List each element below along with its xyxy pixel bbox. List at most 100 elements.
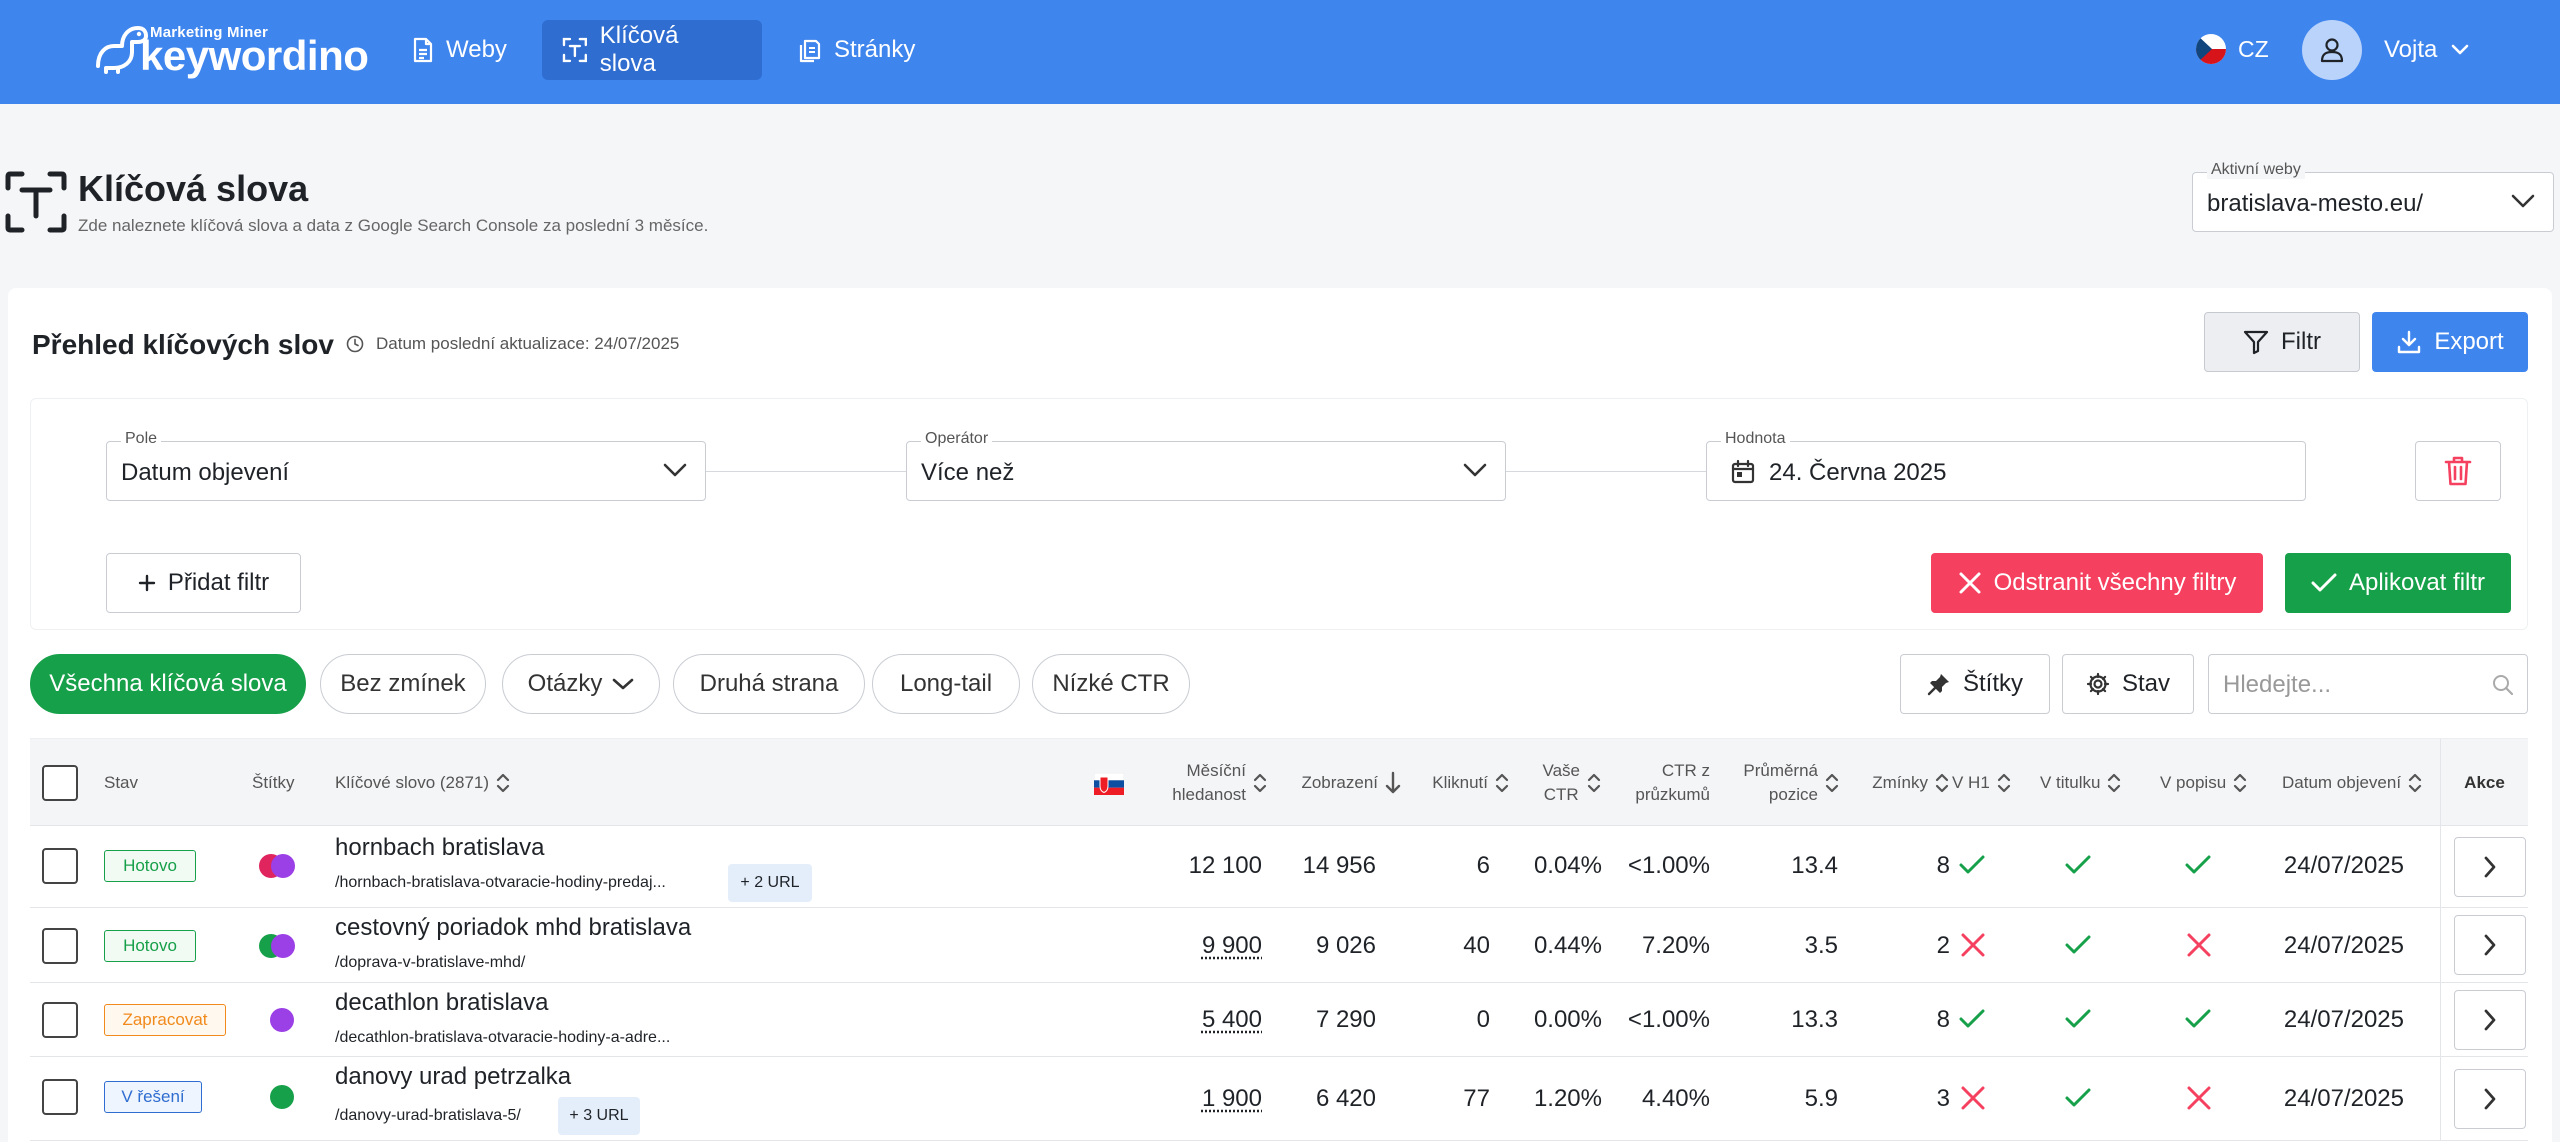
col-ctr[interactable]: Vaše CTR	[1510, 739, 1602, 827]
chip-no-mentions[interactable]: Bez zmínek	[320, 654, 486, 714]
export-button[interactable]: Export	[2372, 312, 2528, 372]
monthly-search-value[interactable]: 1 900	[1202, 1085, 1262, 1113]
nav-weby[interactable]: Weby	[392, 20, 529, 80]
clicks-value: 0	[1476, 1006, 1490, 1033]
keyword-url[interactable]: /hornbach-bratislava-otvaracie-hodiny-pr…	[335, 874, 666, 892]
extra-urls-badge[interactable]: + 3 URL	[558, 1097, 640, 1135]
nav-klicova-slova[interactable]: Klíčová slova	[542, 20, 762, 80]
filter-operator-label: Operátor	[921, 430, 993, 448]
keyword-url[interactable]: /danovy-urad-bratislava-5/	[335, 1107, 521, 1125]
active-web-select[interactable]: Aktivní weby bratislava-mesto.eu/	[2192, 161, 2554, 232]
col-discovered[interactable]: Datum objevení	[2282, 739, 2423, 827]
row-actions	[2440, 826, 2528, 908]
apply-filter-button[interactable]: Aplikovat filtr	[2285, 553, 2511, 613]
table-row[interactable]: Hotovo cestovný poriadok mhd bratislava …	[30, 908, 2528, 983]
row-actions	[2440, 908, 2528, 983]
chip-questions[interactable]: Otázky	[502, 654, 660, 714]
row-checkbox[interactable]	[42, 1079, 78, 1115]
open-detail-button[interactable]	[2454, 1069, 2526, 1129]
monthly-search-value[interactable]: 5 400	[1202, 1006, 1262, 1034]
filter-button[interactable]: Filtr	[2204, 312, 2360, 372]
col-keyword[interactable]: Klíčové slovo (2871)	[335, 739, 511, 827]
keyword-text[interactable]: decathlon bratislava	[335, 989, 548, 1017]
chevron-right-icon	[2484, 934, 2496, 956]
export-button-label: Export	[2434, 328, 2504, 355]
table-row[interactable]: Hotovo hornbach bratislava /hornbach-bra…	[30, 826, 2528, 908]
delete-filter-button[interactable]	[2415, 441, 2501, 501]
open-detail-button[interactable]	[2454, 837, 2526, 897]
tag-dot	[270, 1085, 294, 1109]
remove-all-filters-button[interactable]: Odstranit všechny filtry	[1931, 553, 2263, 613]
add-filter-button[interactable]: Přidat filtr	[106, 553, 301, 613]
chip-long-tail[interactable]: Long-tail	[872, 654, 1020, 714]
col-monthly-label-1: Měsíční	[1186, 761, 1246, 780]
col-mentions[interactable]: Zmínky	[1840, 739, 1950, 827]
col-in-title[interactable]: V titulku	[2040, 739, 2122, 827]
nav-stranky[interactable]: Stránky	[778, 20, 937, 80]
table-row[interactable]: V řešení danovy urad petrzalka /danovy-u…	[30, 1057, 2528, 1141]
keyword-text[interactable]: cestovný poriadok mhd bratislava	[335, 914, 691, 942]
user-menu[interactable]: Vojta	[2302, 20, 2469, 80]
col-monthly-search[interactable]: Měsíční hledanost	[1126, 739, 1268, 827]
nav-stranky-label: Stránky	[834, 36, 916, 63]
open-detail-button[interactable]	[2454, 990, 2526, 1050]
impressions-value: 7 290	[1315, 1006, 1376, 1033]
sort-icon	[1825, 773, 1839, 793]
keyword-text[interactable]: danovy urad petrzalka	[335, 1063, 571, 1091]
col-actions: Akce	[2440, 739, 2528, 827]
mentions-value: 2	[1936, 932, 1950, 959]
filter-field-select[interactable]: Pole Datum objevení	[106, 430, 706, 501]
status-badge[interactable]: Zapracovat	[104, 1004, 226, 1036]
col-avg-position[interactable]: Průměrná pozice	[1710, 739, 1840, 827]
chip-second-page[interactable]: Druhá strana	[673, 654, 865, 714]
chip-label: Bez zmínek	[340, 670, 466, 697]
status-badge[interactable]: V řešení	[104, 1081, 202, 1113]
col-in-desc-label: V popisu	[2160, 773, 2227, 792]
keyword-url[interactable]: /doprava-v-bratislave-mhd/	[335, 954, 525, 972]
filter-connector	[1506, 471, 1706, 472]
monthly-search-value[interactable]: 9 900	[1202, 932, 1262, 960]
sort-icon	[2108, 773, 2121, 793]
slovak-flag-icon	[1094, 773, 1124, 795]
row-checkbox[interactable]	[42, 848, 78, 884]
col-ctr-label-2: CTR	[1543, 785, 1579, 804]
search-input[interactable]	[2223, 669, 2483, 701]
col-in-h1[interactable]: V H1	[1952, 739, 2012, 827]
ctr-survey-value: 7.20%	[1641, 932, 1710, 959]
logo[interactable]: Marketing Miner keywordino	[90, 20, 369, 80]
col-keyword-label: Klíčové slovo (2871)	[335, 773, 490, 792]
filter-value-input[interactable]: Hodnota 24. Června 2025	[1706, 430, 2306, 501]
status-badge[interactable]: Hotovo	[104, 850, 196, 882]
row-checkbox[interactable]	[42, 1002, 78, 1038]
open-detail-button[interactable]	[2454, 915, 2526, 975]
keyword-text[interactable]: hornbach bratislava	[335, 834, 544, 862]
plus-icon	[138, 574, 156, 592]
col-impressions[interactable]: Zobrazení	[1260, 739, 1402, 827]
cross-icon	[2187, 933, 2211, 957]
col-in-title-label: V titulku	[2040, 773, 2101, 792]
chip-all-keywords[interactable]: Všechna klíčová slova	[30, 654, 306, 714]
chevron-right-icon	[2484, 1088, 2496, 1110]
col-avg-pos-label-2: pozice	[1768, 785, 1818, 804]
status-button[interactable]: Stav	[2062, 654, 2194, 714]
chevron-down-icon	[1463, 463, 1487, 477]
col-impressions-label: Zobrazení	[1301, 773, 1378, 792]
status-badge[interactable]: Hotovo	[104, 930, 196, 962]
keyword-search[interactable]	[2208, 654, 2528, 714]
row-actions	[2440, 983, 2528, 1057]
keyword-url[interactable]: /decathlon-bratislava-otvaracie-hodiny-a…	[335, 1029, 670, 1047]
tags-button[interactable]: Štítky	[1900, 654, 2050, 714]
col-tags: Štítky	[252, 739, 295, 827]
filter-panel: Pole Datum objevení Operátor Více než Ho…	[30, 398, 2528, 630]
extra-urls-badge[interactable]: + 2 URL	[728, 864, 812, 902]
check-icon	[2185, 1009, 2211, 1028]
chip-low-ctr[interactable]: Nízké CTR	[1032, 654, 1190, 714]
col-in-description[interactable]: V popisu	[2160, 739, 2248, 827]
filter-operator-select[interactable]: Operátor Více než	[906, 430, 1506, 501]
row-checkbox[interactable]	[42, 928, 78, 964]
table-row[interactable]: Zapracovat decathlon bratislava /decathl…	[30, 983, 2528, 1057]
col-clicks[interactable]: Kliknutí	[1386, 739, 1510, 827]
language-switcher[interactable]: CZ	[2196, 34, 2269, 64]
check-icon	[2065, 1009, 2091, 1028]
select-all-checkbox[interactable]	[42, 765, 78, 801]
